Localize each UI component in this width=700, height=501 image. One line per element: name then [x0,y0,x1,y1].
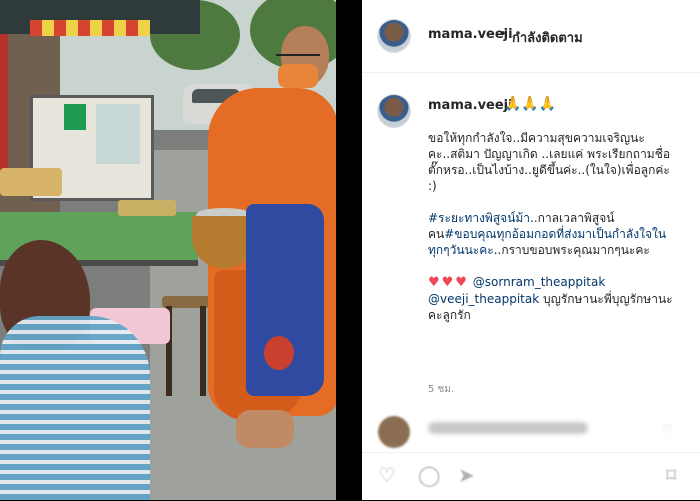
heart-icon[interactable]: ♡ [662,422,673,436]
shop-pillar [0,30,8,190]
comment-avatar[interactable] [378,416,410,448]
caption-text: ขอให้ทุกกำลังใจ..มีความสุขความเจริญนะคะ.… [428,130,676,339]
post-timestamp[interactable]: 5 ชม. [428,382,454,397]
awning-stripes [30,20,150,36]
comment-icon[interactable]: ◯ [418,463,440,487]
header-divider [362,72,700,73]
caption-username[interactable]: mama.veeji [428,98,513,113]
face-mask [278,64,318,88]
trays [118,200,176,216]
post-panel: mama.veeji • กำลังติดตาม mama.veeji 🙏🙏🙏 … [362,0,700,500]
caption-fragment: ..กราบขอบพระคุณมากๆนะคะ [493,243,650,257]
heart-emoji: ♥♥♥ [428,275,469,290]
cart-sign [64,104,86,130]
stool-leg [200,306,206,396]
hashtag-link[interactable]: #ระยะทางพิสูจน์ม้า [428,211,530,225]
caption-avatar[interactable] [378,95,410,127]
caption-paragraph: ♥♥♥ @sornram_theappitak @veeji_theappitak… [428,274,676,323]
following-button[interactable]: กำลังติดตาม [512,27,583,48]
bookmark-icon[interactable]: ⌑ [666,463,676,487]
caption-paragraph: ขอให้ทุกกำลังใจ..มีความสุขความเจริญนะคะ.… [428,131,671,193]
comment-text-blurred [428,422,588,434]
share-icon[interactable]: ➤ [458,463,475,487]
bare-feet [236,410,294,448]
mention-link[interactable]: @veeji_theappitak [428,292,539,306]
heart-icon[interactable]: ♡ [378,463,396,487]
caption-paragraph: #ระยะทางพิสูจน์ม้า..กาลเวลาพิสูจน์คน#ขอบ… [428,210,676,258]
post-photo[interactable] [0,0,336,500]
avatar[interactable] [378,20,410,52]
mention-link[interactable]: @sornram_theappitak [473,275,606,289]
glasses [276,54,320,64]
comment-row: ♡ [362,412,700,452]
prayer-emoji: 🙏🙏🙏 [504,96,557,112]
bag-motif [264,336,294,370]
bread-bags [0,168,62,196]
woman-plaid-shirt [0,316,150,500]
separator-dot: • [499,27,507,42]
cart-glass [96,104,140,164]
action-bar: ♡ ◯ ➤ ⌑ [362,452,700,501]
